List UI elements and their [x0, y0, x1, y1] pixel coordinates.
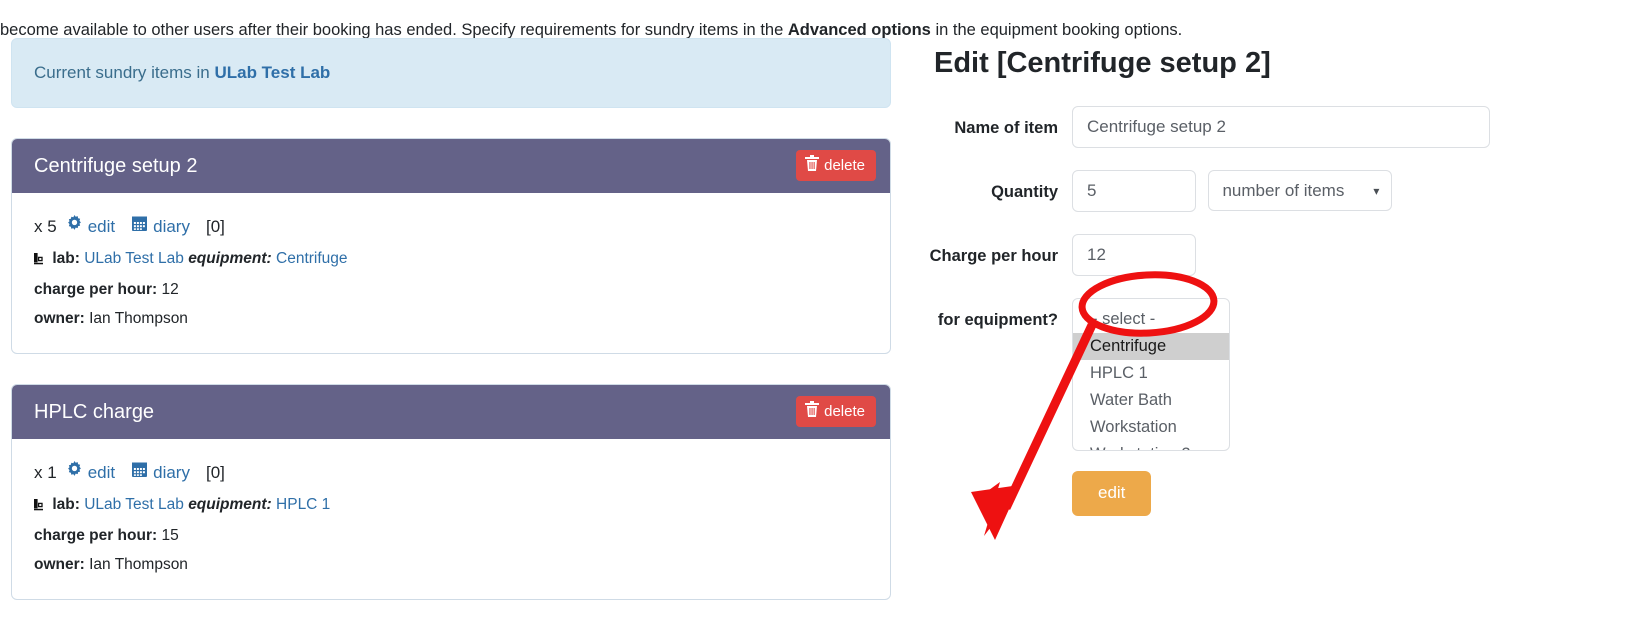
equipment-option-placeholder[interactable]: - select - — [1073, 306, 1229, 333]
edit-item-panel: Edit [Centrifuge setup 2] Name of item Q… — [920, 38, 1620, 538]
diary-link-label: diary — [153, 210, 190, 244]
calendar-icon — [131, 456, 148, 490]
equipment-label: equipment: — [188, 496, 272, 513]
edit-link-label: edit — [88, 210, 115, 244]
lab-label: lab: — [52, 250, 80, 267]
lab-value-link[interactable]: ULab Test Lab — [84, 496, 184, 513]
charge-per-hour-input[interactable] — [1072, 234, 1196, 276]
owner-value: Ian Thompson — [89, 310, 188, 327]
calendar-icon — [131, 210, 148, 244]
equipment-option-workstation[interactable]: Workstation — [1073, 414, 1229, 441]
equipment-option-hplc-1[interactable]: HPLC 1 — [1073, 360, 1229, 387]
quantity-label: Quantity — [920, 170, 1072, 205]
intro-bold-advanced-options: Advanced options — [788, 21, 931, 39]
lab-bench-icon — [34, 492, 48, 521]
card-header: Centrifuge setup 2 delete — [12, 139, 890, 193]
diary-link-label: diary — [153, 456, 190, 490]
owner-label: owner: — [34, 310, 85, 327]
name-of-item-input[interactable] — [1072, 106, 1490, 148]
edit-link[interactable]: edit — [66, 456, 115, 490]
card-body: x 5 edit — [12, 193, 890, 353]
form-row-submit: edit — [920, 471, 1620, 516]
card-charge-row: charge per hour: 15 — [34, 521, 868, 550]
charge-per-hour-label: Charge per hour — [920, 234, 1072, 269]
submit-edit-button[interactable]: edit — [1072, 471, 1151, 516]
sundry-item-card: Centrifuge setup 2 delete — [11, 138, 891, 354]
equipment-option-water-bath[interactable]: Water Bath — [1073, 387, 1229, 414]
diary-count: [0] — [206, 210, 225, 244]
form-row-name: Name of item — [920, 106, 1620, 148]
quantity-unit-select[interactable]: number of items — [1208, 170, 1392, 211]
card-owner-row: owner: Ian Thompson — [34, 304, 868, 333]
charge-per-hour-value: 15 — [161, 527, 178, 544]
diary-link[interactable]: diary — [131, 210, 190, 244]
diary-count: [0] — [206, 456, 225, 490]
panel-title: Edit [Centrifuge setup 2] — [934, 46, 1620, 80]
form-row-quantity: Quantity number of items ▾ — [920, 170, 1620, 212]
lab-bench-icon — [34, 246, 48, 275]
equipment-option-centrifuge[interactable]: Centrifuge — [1073, 333, 1229, 360]
equipment-listbox[interactable]: - select - Centrifuge HPLC 1 Water Bath … — [1072, 298, 1230, 451]
form-row-equipment: for equipment? - select - Centrifuge HPL… — [920, 298, 1620, 451]
quantity-input[interactable] — [1072, 170, 1196, 212]
lab-value-link[interactable]: ULab Test Lab — [84, 250, 184, 267]
delete-button-label: delete — [824, 157, 865, 174]
charge-per-hour-label: charge per hour: — [34, 281, 157, 298]
charge-per-hour-value: 12 — [161, 281, 178, 298]
card-lab-row: lab: ULab Test Lab equipment: Centrifuge — [34, 244, 868, 275]
card-actions-row: x 5 edit — [34, 210, 868, 244]
equipment-value-link[interactable]: HPLC 1 — [276, 496, 330, 513]
card-quantity: x 5 — [34, 210, 57, 244]
sundry-items-column: Current sundry items in ULab Test Lab Ce… — [11, 38, 891, 630]
page-root: become available to other users after th… — [0, 0, 1627, 634]
charge-per-hour-label: charge per hour: — [34, 527, 157, 544]
card-title: Centrifuge setup 2 — [34, 153, 197, 179]
card-body: x 1 edit — [12, 439, 890, 599]
card-charge-row: charge per hour: 12 — [34, 275, 868, 304]
gear-icon — [66, 210, 83, 244]
form-row-charge: Charge per hour — [920, 234, 1620, 276]
edit-link[interactable]: edit — [66, 210, 115, 244]
submit-spacer — [920, 471, 1072, 480]
card-header: HPLC charge delete — [12, 385, 890, 439]
equipment-value-link[interactable]: Centrifuge — [276, 250, 348, 267]
banner-lab-name: ULab Test Lab — [214, 63, 330, 82]
trash-icon — [805, 401, 819, 421]
name-of-item-label: Name of item — [920, 106, 1072, 141]
equipment-label: equipment: — [188, 250, 272, 267]
card-title: HPLC charge — [34, 399, 154, 425]
lab-label: lab: — [52, 496, 80, 513]
card-actions-row: x 1 edit — [34, 456, 868, 490]
delete-button-label: delete — [824, 403, 865, 420]
delete-button[interactable]: delete — [796, 396, 876, 427]
for-equipment-label: for equipment? — [920, 298, 1072, 333]
intro-text-after: in the equipment booking options. — [931, 21, 1182, 39]
current-items-banner: Current sundry items in ULab Test Lab — [11, 38, 891, 108]
card-lab-row: lab: ULab Test Lab equipment: HPLC 1 — [34, 490, 868, 521]
intro-text-before: become available to other users after th… — [0, 21, 788, 39]
banner-prefix-text: Current sundry items in — [34, 63, 214, 82]
card-quantity: x 1 — [34, 456, 57, 490]
trash-icon — [805, 155, 819, 175]
owner-label: owner: — [34, 556, 85, 573]
card-owner-row: owner: Ian Thompson — [34, 550, 868, 579]
edit-link-label: edit — [88, 456, 115, 490]
sundry-item-card: HPLC charge delete — [11, 384, 891, 600]
delete-button[interactable]: delete — [796, 150, 876, 181]
equipment-option-workstation-2[interactable]: Workstation 2 — [1073, 441, 1229, 451]
diary-link[interactable]: diary — [131, 456, 190, 490]
owner-value: Ian Thompson — [89, 556, 188, 573]
gear-icon — [66, 456, 83, 490]
